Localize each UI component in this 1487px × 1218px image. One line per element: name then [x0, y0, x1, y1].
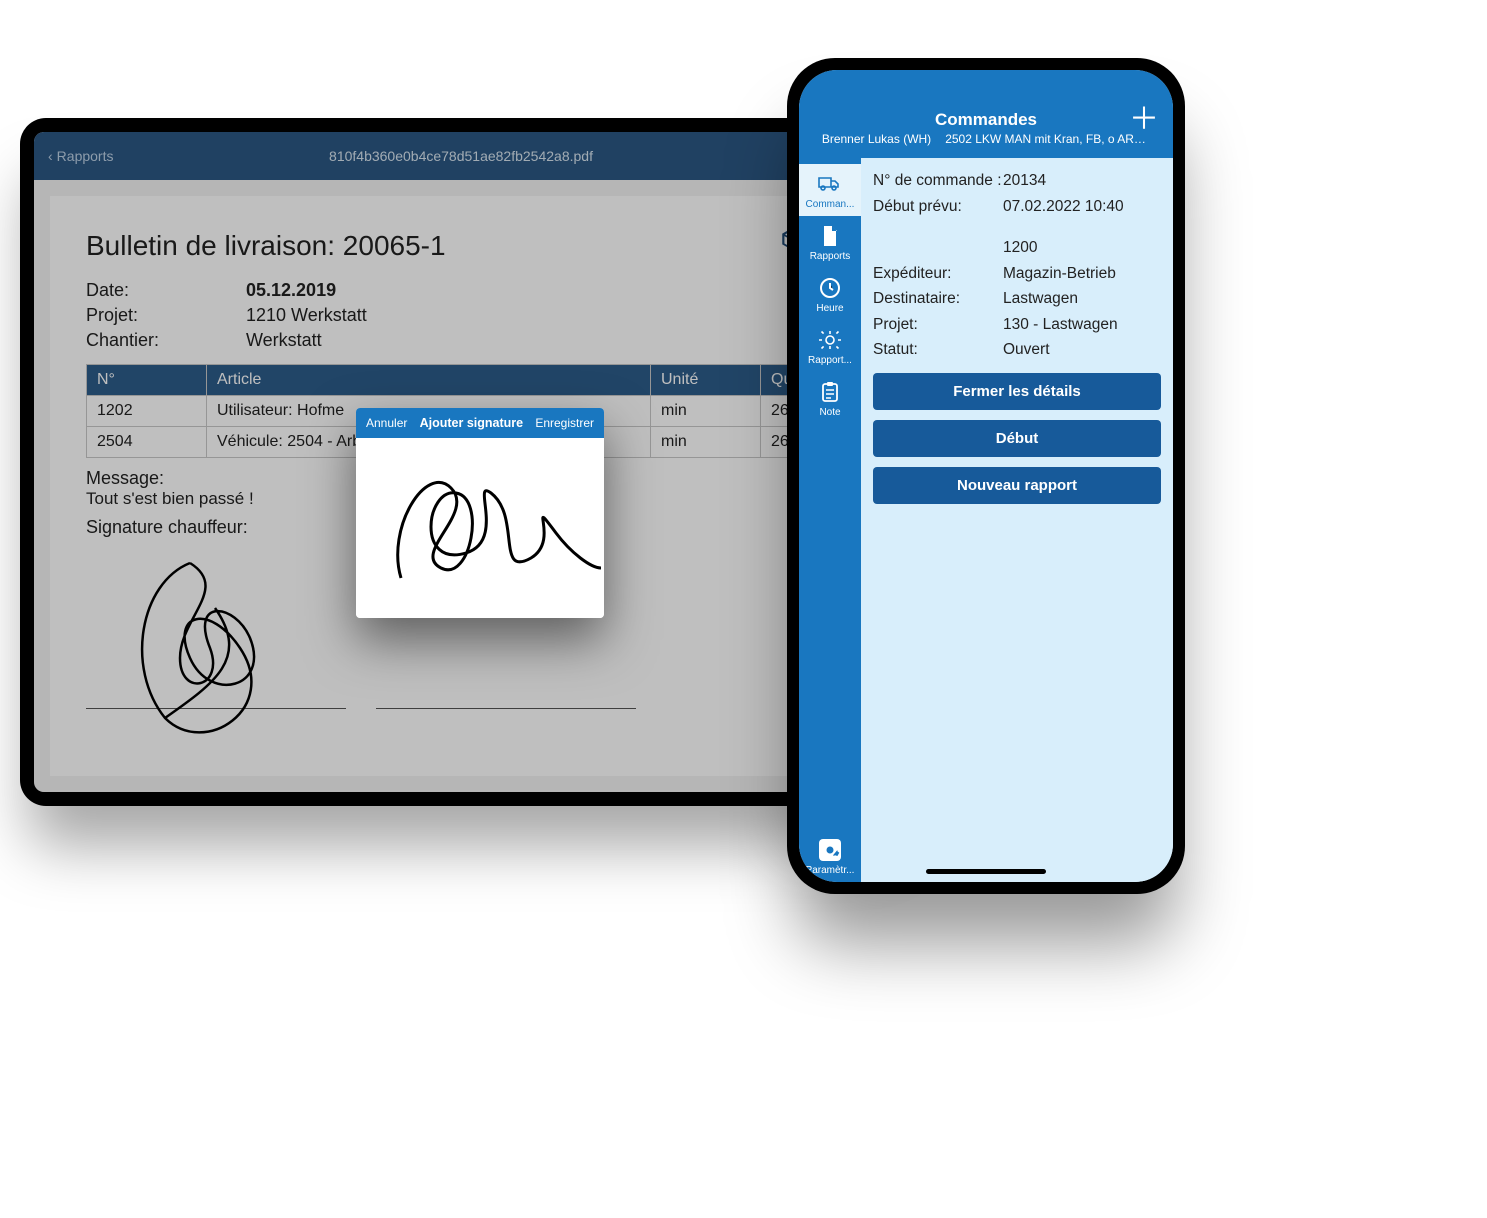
col-article: Article: [207, 364, 651, 395]
col-unit: Unité: [651, 364, 761, 395]
site-value: Werkstatt: [246, 328, 322, 353]
action-buttons: Fermer les détails Début Nouveau rapport: [873, 373, 1161, 504]
tablet-header: ‹ Rapports 810f4b360e0b4ce78d51ae82fb254…: [34, 132, 888, 180]
modal-title: Ajouter signature: [420, 416, 524, 430]
sidebar-item-commandes[interactable]: Comman...: [799, 164, 861, 216]
header-vehicle: 2502 LKW MAN mit Kran, FB, o ARd, -32 t: [945, 132, 1150, 146]
add-button[interactable]: ＋: [1129, 110, 1159, 130]
recipient-label: Destinataire:: [873, 286, 1003, 312]
site-label: Chantier:: [86, 328, 246, 353]
signature-canvas[interactable]: [356, 438, 604, 618]
status-label: Statut:: [873, 337, 1003, 363]
sender-value: Magazin-Betrieb: [1003, 261, 1116, 287]
project-label: Projet:: [86, 303, 246, 328]
doc-title: Bulletin de livraison: 20065-1: [86, 230, 836, 262]
sidebar-item-label: Paramètr...: [806, 865, 855, 876]
tablet-screen: ‹ Rapports 810f4b360e0b4ce78d51ae82fb254…: [34, 132, 888, 792]
order-no-value: 20134: [1003, 168, 1046, 194]
sidebar-item-label: Heure: [816, 303, 843, 314]
sidebar-item-label: Note: [819, 407, 840, 418]
modal-header: Annuler Ajouter signature Enregistrer: [356, 408, 604, 438]
plus-icon: ＋: [1129, 103, 1159, 136]
document-icon: [816, 224, 844, 248]
clipboard-icon: [816, 380, 844, 404]
gear-icon: [816, 838, 844, 862]
sidebar-item-note[interactable]: Note: [799, 372, 861, 424]
driver-signature: [120, 548, 350, 748]
date-label: Date:: [86, 278, 246, 303]
clock-icon: [816, 276, 844, 300]
start-value: 07.02.2022 10:40: [1003, 194, 1124, 220]
tablet-device: ‹ Rapports 810f4b360e0b4ce78d51ae82fb254…: [20, 118, 902, 806]
spacer-label: [873, 235, 1003, 261]
truck-icon: [816, 172, 844, 196]
phone-screen: Commandes Brenner Lukas (WH) 2502 LKW MA…: [799, 70, 1173, 882]
phone-body: Comman... Rapports Heure Rapport... Note: [799, 158, 1173, 882]
phone-sidebar: Comman... Rapports Heure Rapport... Note: [799, 158, 861, 882]
status-value: Ouvert: [1003, 337, 1050, 363]
sidebar-item-label: Rapport...: [808, 355, 852, 366]
start-label: Début prévu:: [873, 194, 1003, 220]
order-no-label: N° de commande :: [873, 168, 1003, 194]
header-title: Commandes: [811, 110, 1161, 130]
start-button[interactable]: Début: [873, 420, 1161, 457]
project-value: 1210 Werkstatt: [246, 303, 367, 328]
header-user: Brenner Lukas (WH): [822, 132, 931, 146]
col-no: N°: [87, 364, 207, 395]
cell-unit: min: [651, 426, 761, 457]
cell-no: 1202: [87, 395, 207, 426]
file-title: 810f4b360e0b4ce78d51ae82fb2542a8.pdf: [34, 148, 888, 164]
phone-main: N° de commande :20134 Début prévu:07.02.…: [861, 158, 1173, 882]
phone-header: Commandes Brenner Lukas (WH) 2502 LKW MA…: [799, 70, 1173, 158]
sidebar-item-label: Comman...: [806, 199, 855, 210]
close-details-button[interactable]: Fermer les détails: [873, 373, 1161, 410]
signature-modal: Annuler Ajouter signature Enregistrer: [356, 408, 604, 618]
recipient-value: Lastwagen: [1003, 286, 1078, 312]
extra-value: 1200: [1003, 235, 1037, 261]
signature-line: [376, 708, 636, 709]
sidebar-item-heure[interactable]: Heure: [799, 268, 861, 320]
save-button[interactable]: Enregistrer: [535, 416, 594, 430]
date-value: 05.12.2019: [246, 278, 336, 303]
project-value: 130 - Lastwagen: [1003, 312, 1118, 338]
cancel-button[interactable]: Annuler: [366, 416, 407, 430]
sidebar-item-label: Rapports: [810, 251, 851, 262]
sender-label: Expéditeur:: [873, 261, 1003, 287]
sidebar-item-rapports[interactable]: Rapports: [799, 216, 861, 268]
home-indicator: [926, 869, 1046, 874]
sidebar-item-rapport[interactable]: Rapport...: [799, 320, 861, 372]
cell-no: 2504: [87, 426, 207, 457]
sidebar-item-settings[interactable]: Paramètr...: [799, 830, 861, 882]
cell-unit: min: [651, 395, 761, 426]
wrench-gear-icon: [816, 328, 844, 352]
phone-device: Commandes Brenner Lukas (WH) 2502 LKW MA…: [787, 58, 1185, 894]
new-report-button[interactable]: Nouveau rapport: [873, 467, 1161, 504]
project-label: Projet:: [873, 312, 1003, 338]
